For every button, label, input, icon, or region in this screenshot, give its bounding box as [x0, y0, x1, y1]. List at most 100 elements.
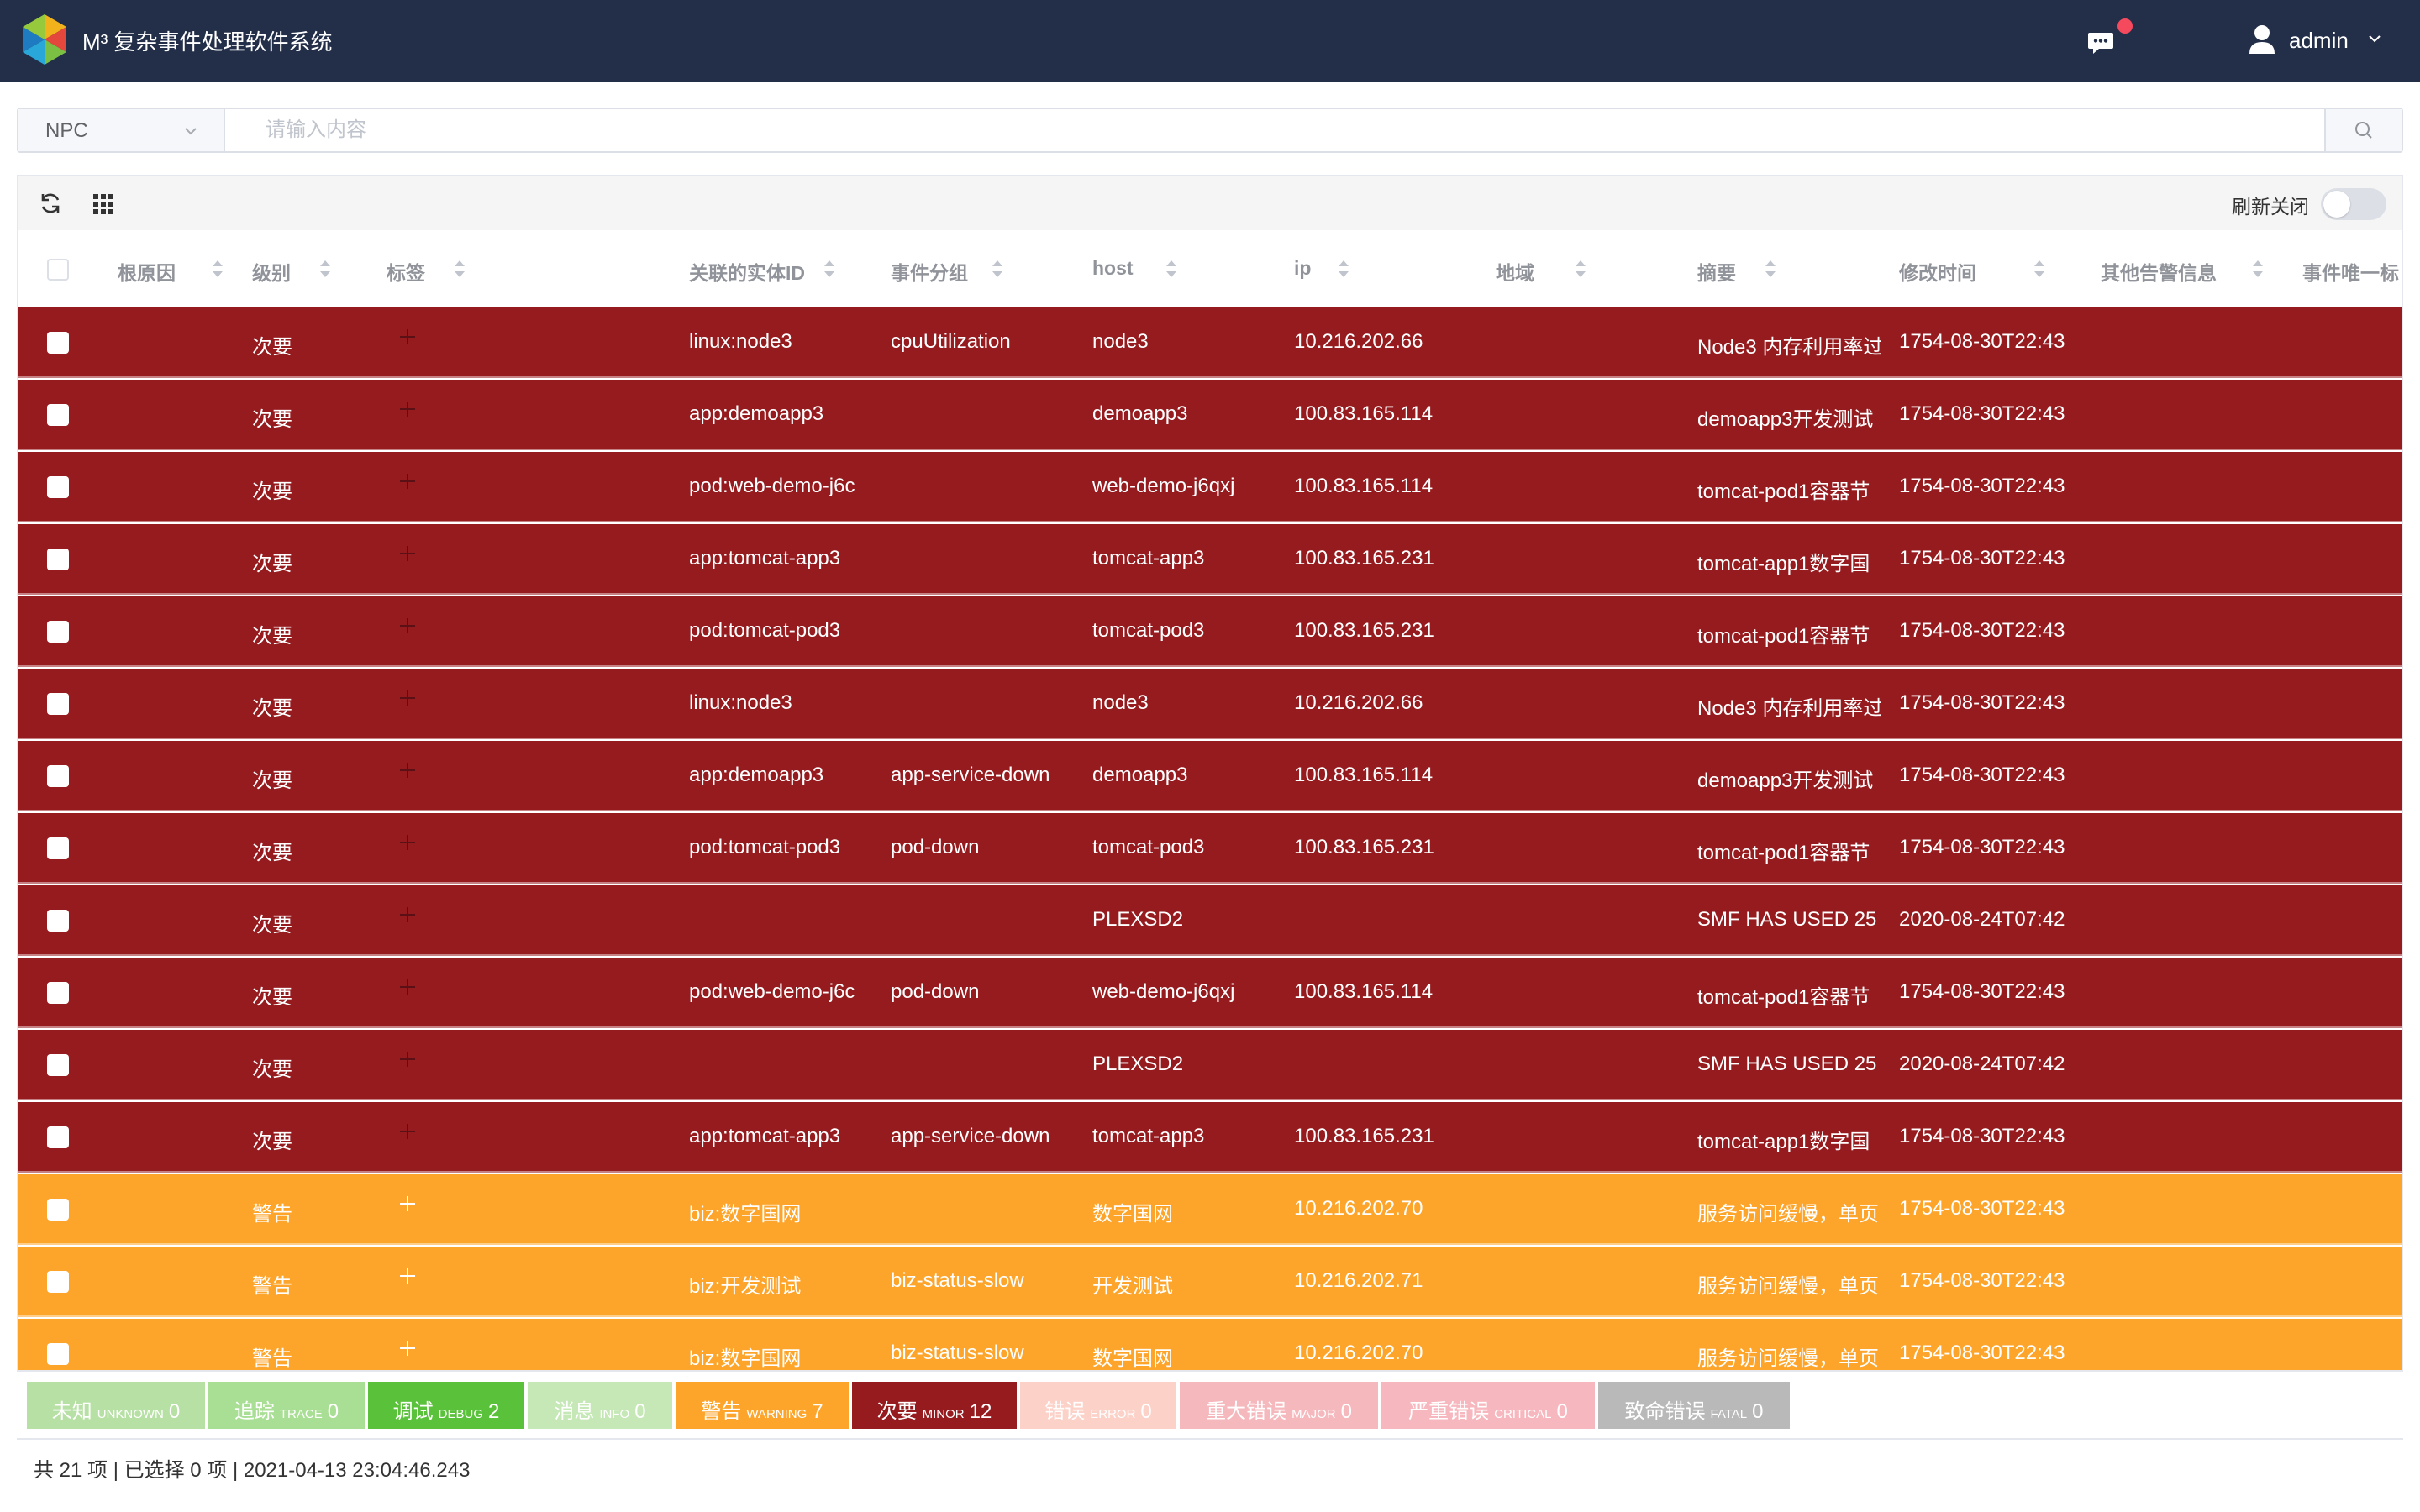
legend-info[interactable]: 消息 INFO 0: [528, 1382, 672, 1429]
add-tag-icon[interactable]: [397, 1337, 418, 1359]
row-checkbox[interactable]: [47, 621, 69, 643]
column-header-modified-time[interactable]: 修改时间: [1899, 257, 1976, 286]
legend-minor[interactable]: 次要 MINOR 12: [852, 1382, 1017, 1429]
add-tag-icon[interactable]: [397, 398, 418, 420]
column-header-summary[interactable]: 摘要: [1697, 257, 1736, 286]
column-header-event-unique-id[interactable]: 事件唯一标: [2302, 257, 2399, 286]
column-header-event-group[interactable]: 事件分组: [891, 257, 968, 286]
row-checkbox[interactable]: [47, 837, 69, 859]
sort-icon[interactable]: [454, 260, 466, 278]
message-icon[interactable]: [2087, 30, 2114, 55]
cell-level: 次要: [252, 697, 292, 720]
row-checkbox[interactable]: [47, 982, 69, 1004]
cell-summary: tomcat-app1数字国: [1697, 1131, 1870, 1153]
table-row[interactable]: 次要 app:tomcat-app3 app-service-down tomcat-…: [18, 1102, 2402, 1173]
table-row[interactable]: 次要 pod:web-demo-j6c pod-down web-demo-j6qxj…: [18, 958, 2402, 1028]
sort-icon[interactable]: [1338, 260, 1349, 278]
sort-icon[interactable]: [212, 260, 224, 278]
table-row[interactable]: 警告 biz:开发测试 biz-status-slow 开发测试 10.216.202.…: [18, 1247, 2402, 1317]
sort-icon[interactable]: [823, 260, 835, 278]
refresh-icon[interactable]: [39, 192, 62, 215]
add-tag-icon[interactable]: [397, 1121, 418, 1142]
table-row[interactable]: 次要 app:demoapp3 app-service-down demoapp3 10…: [18, 741, 2402, 811]
row-checkbox[interactable]: [47, 1199, 69, 1221]
row-checkbox[interactable]: [47, 1271, 69, 1293]
row-checkbox[interactable]: [47, 476, 69, 498]
column-header-tags[interactable]: 标签: [387, 257, 425, 286]
sort-icon[interactable]: [1575, 260, 1586, 278]
column-header-region[interactable]: 地域: [1496, 257, 1534, 286]
table-row[interactable]: 次要 PLEXSD2 SMF HAS USED 25 2020-08-24T07:42: [18, 1030, 2402, 1100]
column-header-entity-id[interactable]: 关联的实体ID: [689, 257, 805, 286]
legend-label: 消息: [554, 1400, 595, 1423]
row-checkbox[interactable]: [47, 765, 69, 787]
table-row[interactable]: 次要 app:tomcat-app3 tomcat-app3 100.83.165.2…: [18, 524, 2402, 595]
row-checkbox[interactable]: [47, 693, 69, 715]
add-tag-icon[interactable]: [397, 615, 418, 637]
auto-refresh-toggle[interactable]: [2321, 188, 2386, 220]
cell-ip: 100.83.165.231: [1294, 1125, 1434, 1147]
add-tag-icon[interactable]: [397, 543, 418, 564]
table-row[interactable]: 次要 app:demoapp3 demoapp3 100.83.165.114 demo…: [18, 380, 2402, 450]
table-header: 根原因 级别 标签 关联的实体ID 事件分组 host ip 地域 摘要 修改时间 其他告警信息 事件…: [18, 230, 2402, 308]
column-header-other-alarm-info[interactable]: 其他告警信息: [2101, 257, 2217, 286]
cell-time: 2020-08-24T07:42: [1899, 908, 2065, 931]
user-name[interactable]: admin: [2289, 28, 2349, 54]
legend-trace[interactable]: 追踪 TRACE 0: [208, 1382, 365, 1429]
chevron-down-icon[interactable]: [2368, 32, 2381, 45]
legend-unknown[interactable]: 未知 UNKNOWN 0: [27, 1382, 205, 1429]
sort-icon[interactable]: [319, 260, 331, 278]
column-settings-icon[interactable]: [92, 193, 114, 215]
row-checkbox[interactable]: [47, 910, 69, 932]
legend-count: 0: [1340, 1400, 1352, 1423]
sort-icon[interactable]: [1165, 260, 1177, 278]
table-row[interactable]: 次要 linux:node3 node3 10.216.202.66 Node3 内存利…: [18, 669, 2402, 739]
table-row[interactable]: 次要 pod:web-demo-j6c web-demo-j6qxj 100.83.1…: [18, 452, 2402, 522]
legend-warning[interactable]: 警告 WARNING 7: [676, 1382, 849, 1429]
table-row[interactable]: 次要 PLEXSD2 SMF HAS USED 25 2020-08-24T07:42: [18, 885, 2402, 956]
table-row[interactable]: 警告 biz:数字国网 biz-status-slow 数字国网 10.216.202.…: [18, 1319, 2402, 1370]
column-header-ip[interactable]: ip: [1294, 257, 1311, 280]
sort-icon[interactable]: [1765, 260, 1776, 278]
sort-icon[interactable]: [2252, 260, 2264, 278]
sort-icon[interactable]: [992, 260, 1003, 278]
add-tag-icon[interactable]: [397, 687, 418, 709]
add-tag-icon[interactable]: [397, 832, 418, 853]
add-tag-icon[interactable]: [397, 1193, 418, 1215]
legend-fatal[interactable]: 致命错误 FATAL 0: [1598, 1382, 1790, 1429]
table-row[interactable]: 警告 biz:数字国网 数字国网 10.216.202.70 服务访问缓慢，单页 1754…: [18, 1174, 2402, 1245]
search-input[interactable]: [225, 109, 2326, 151]
user-icon[interactable]: [2249, 24, 2275, 55]
legend-count: 0: [1140, 1400, 1152, 1423]
row-checkbox[interactable]: [47, 404, 69, 426]
column-header-root-cause[interactable]: 根原因: [118, 257, 176, 286]
select-all-checkbox[interactable]: [47, 259, 69, 281]
add-tag-icon[interactable]: [397, 976, 418, 998]
row-checkbox[interactable]: [47, 332, 69, 354]
legend-debug[interactable]: 调试 DEBUG 2: [368, 1382, 524, 1429]
row-checkbox[interactable]: [47, 1343, 69, 1365]
add-tag-icon[interactable]: [397, 759, 418, 781]
legend-major[interactable]: 重大错误 MAJOR 0: [1180, 1382, 1378, 1429]
search-type-select[interactable]: NPC: [18, 109, 225, 151]
table-row[interactable]: 次要 pod:tomcat-pod3 pod-down tomcat-pod3 100.…: [18, 813, 2402, 884]
add-tag-icon[interactable]: [397, 326, 418, 348]
legend-error[interactable]: 错误 ERROR 0: [1020, 1382, 1176, 1429]
row-checkbox[interactable]: [47, 1126, 69, 1148]
add-tag-icon[interactable]: [397, 470, 418, 492]
table-row[interactable]: 次要 linux:node3 cpuUtilization node3 10.216.2…: [18, 307, 2402, 378]
row-checkbox[interactable]: [47, 549, 69, 570]
cell-entity: biz:开发测试: [689, 1275, 802, 1298]
column-header-level[interactable]: 级别: [252, 257, 291, 286]
add-tag-icon[interactable]: [397, 904, 418, 926]
search-button[interactable]: [2324, 109, 2402, 151]
sort-icon[interactable]: [2033, 260, 2045, 278]
table-row[interactable]: 次要 pod:tomcat-pod3 tomcat-pod3 100.83.165.2…: [18, 596, 2402, 667]
add-tag-icon[interactable]: [397, 1048, 418, 1070]
cell-level: 次要: [252, 1058, 292, 1081]
row-checkbox[interactable]: [47, 1054, 69, 1076]
legend-critical[interactable]: 严重错误 CRITICAL 0: [1381, 1382, 1595, 1429]
add-tag-icon[interactable]: [397, 1265, 418, 1287]
cell-summary: SMF HAS USED 25: [1697, 1053, 1877, 1075]
column-header-host[interactable]: host: [1092, 257, 1134, 280]
